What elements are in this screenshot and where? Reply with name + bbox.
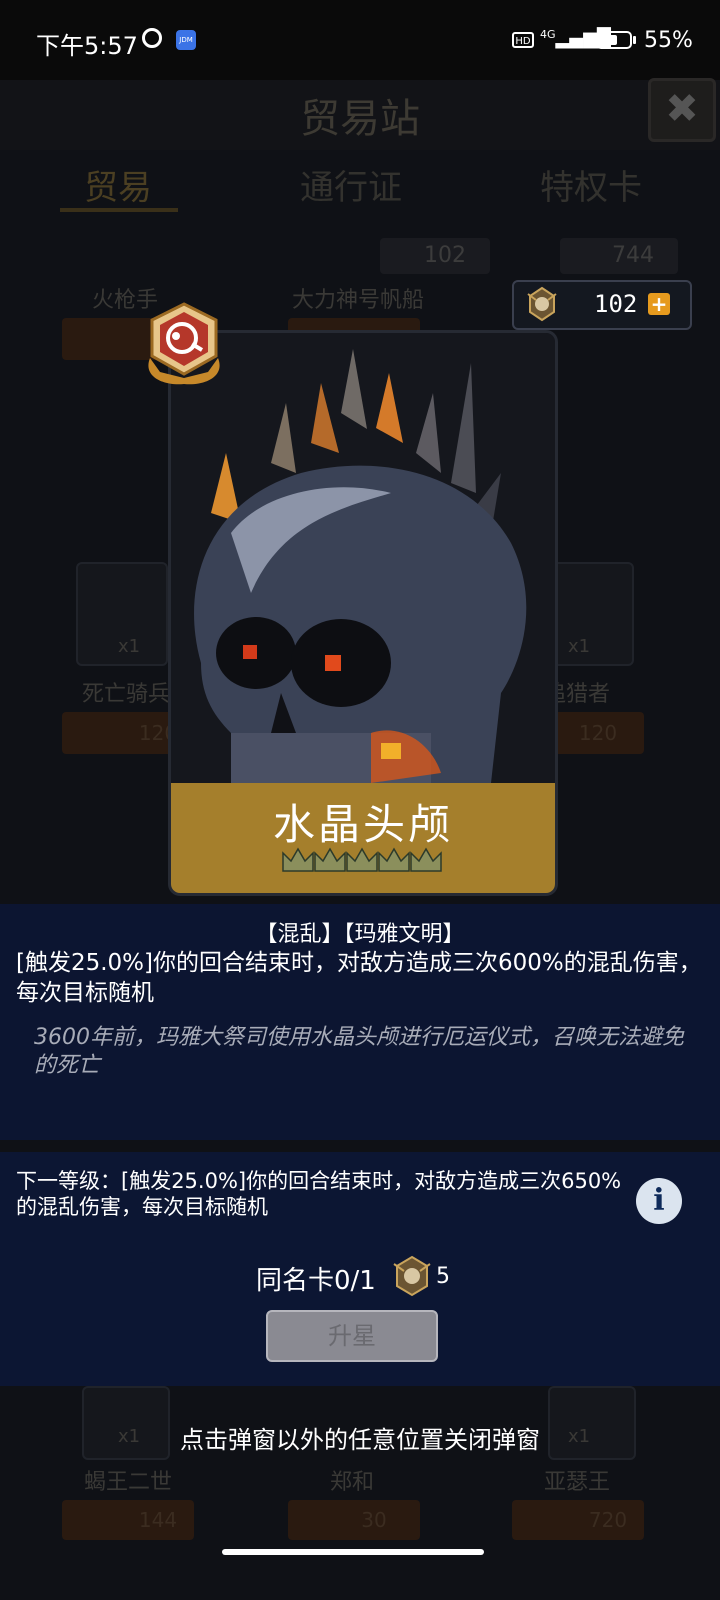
shop-item-name: 蝎王二世 [84, 1470, 173, 1495]
card-lore: 3600年前，玛雅大祭司使用水晶头颅进行厄运仪式，召唤无法避免的死亡 [34, 1025, 684, 1078]
next-level-effect: 下一等级：[触发25.0%]你的回合结束时，对敌方造成三次650%的混乱伤害，每… [16, 1169, 622, 1219]
battery-percent: 55% [644, 28, 693, 53]
card-tags: 【混乱】【玛雅文明】 [255, 922, 465, 947]
home-indicator[interactable] [222, 1549, 484, 1555]
shop-buy-button[interactable]: 30 [288, 1500, 420, 1540]
upgrade-star-button[interactable]: 升星 [266, 1310, 438, 1362]
close-hint: 点击弹窗以外的任意位置关闭弹窗 [180, 1426, 540, 1454]
resource-box: 744 [560, 238, 678, 274]
shop-item-card[interactable]: x1 [76, 562, 168, 666]
upgrade-cost: 5 [436, 1264, 450, 1289]
medal-icon [527, 286, 557, 322]
info-icon[interactable]: i [636, 1178, 682, 1224]
currency-chip: 102 + [512, 280, 692, 330]
tab-privilege[interactable]: 特权卡 [540, 160, 642, 209]
star-level-crowns [282, 847, 442, 872]
status-time: 下午5:57 [36, 32, 138, 60]
battery-icon [596, 31, 632, 49]
page-title: 贸易站 [300, 96, 420, 142]
shop-buy-button[interactable]: 720 [512, 1500, 644, 1540]
shop-buy-button[interactable]: 144 [62, 1500, 194, 1540]
tab-indicator [60, 208, 178, 212]
resource-box: 102 [380, 238, 490, 274]
shop-item-name: 大力神号帆船 [292, 288, 425, 313]
skill-effect: [触发25.0%]你的回合结束时，对敌方造成三次600%的混乱伤害，每次目标随机 [16, 950, 702, 1006]
hd-icon: HD [512, 32, 534, 48]
shop-item-name: 亚瑟王 [544, 1470, 611, 1495]
alarm-icon [142, 28, 162, 48]
shop-item-card[interactable]: x1 [548, 562, 634, 666]
tab-pass[interactable]: 通行证 [300, 160, 402, 209]
tab-trade[interactable]: 贸易 [84, 160, 152, 209]
shop-item-name: 郑和 [330, 1470, 375, 1495]
crystal-skull-artwork [171, 333, 555, 783]
same-card-count: 同名卡0/1 [256, 1266, 376, 1296]
medal-icon [393, 1255, 431, 1297]
currency-value: 102 [594, 290, 638, 318]
shop-item-name: 死亡骑兵 [82, 682, 171, 707]
status-bar: 下午5:57 JDM HD 4G▂▄▆█ 55% [0, 0, 720, 80]
close-icon[interactable]: ✖ [648, 78, 716, 142]
hero-card: 水晶头颅 [168, 330, 558, 896]
screen-header: 贸易站 [0, 80, 720, 150]
card-name: 水晶头颅 [272, 800, 453, 849]
app-notification-icon: JDM [176, 30, 196, 50]
add-currency-button[interactable]: + [648, 293, 670, 315]
chaos-badge-icon [148, 302, 220, 385]
